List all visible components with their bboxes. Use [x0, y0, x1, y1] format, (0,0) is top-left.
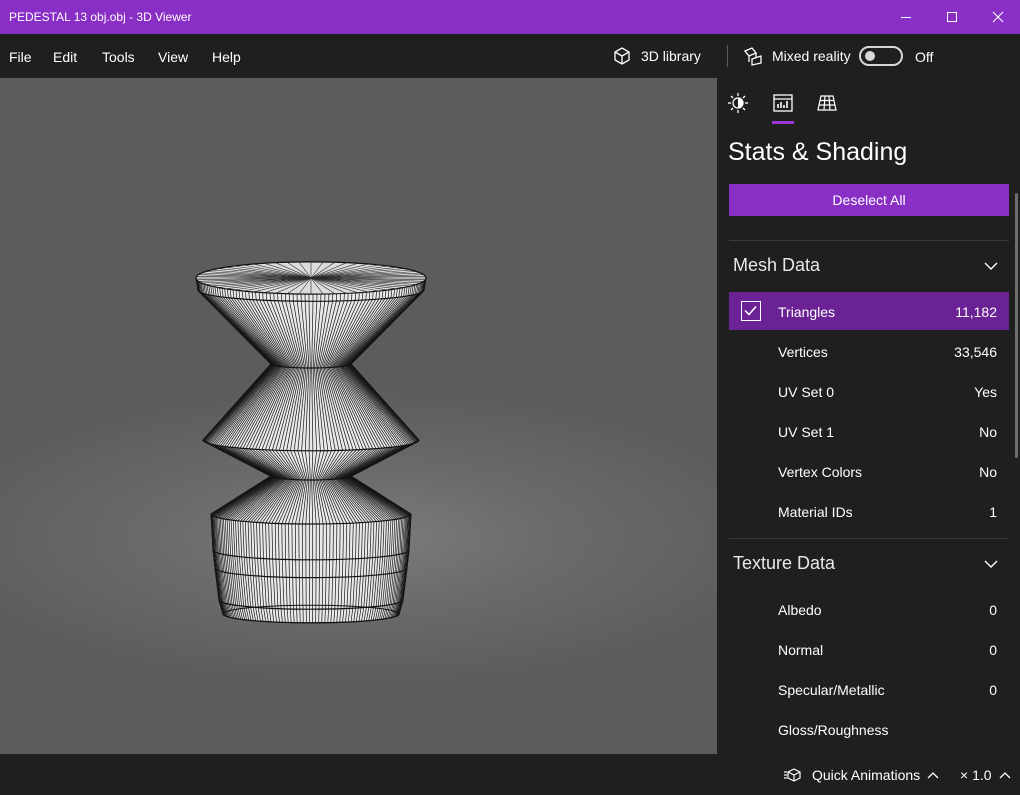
row-label: Vertex Colors [778, 464, 863, 480]
mixed-reality-toggle[interactable] [859, 46, 903, 66]
texture-row-albedo[interactable]: Albedo 0 [729, 590, 1009, 628]
active-tab-indicator [772, 121, 794, 124]
close-icon [992, 11, 1004, 23]
mixed-reality-button[interactable]: Mixed reality [743, 34, 851, 78]
quick-animations-button[interactable]: Quick Animations [784, 754, 940, 795]
mesh-row-uv-set-1[interactable]: UV Set 1 No [729, 412, 1009, 450]
row-label: Vertices [778, 344, 828, 360]
panel-title: Stats & Shading [728, 138, 908, 166]
menu-tools[interactable]: Tools [102, 49, 135, 65]
minimize-icon [901, 17, 911, 18]
stats-icon [773, 94, 793, 112]
row-value: 0 [989, 682, 997, 698]
status-bar: Quick Animations × 1.0 [0, 754, 1020, 795]
deselect-all-button[interactable]: Deselect All [729, 184, 1009, 216]
animation-icon [784, 767, 801, 782]
toolbar-divider [727, 45, 728, 67]
3d-library-button[interactable]: 3D library [612, 34, 701, 78]
close-button[interactable] [975, 0, 1020, 34]
mixed-reality-icon [743, 47, 762, 66]
row-value: 11,182 [955, 304, 997, 320]
row-value: 0 [989, 602, 997, 618]
maximize-icon [947, 12, 957, 22]
row-label: Gloss/Roughness [778, 722, 889, 738]
speed-value: × 1.0 [960, 766, 992, 783]
chevron-up-icon [999, 771, 1010, 778]
lighting-icon [728, 93, 748, 113]
mesh-data-header[interactable]: Mesh Data [733, 255, 820, 276]
row-label: UV Set 0 [778, 384, 835, 400]
mixed-reality-label: Mixed reality [772, 48, 851, 64]
row-value: No [979, 464, 997, 480]
quick-animations-label: Quick Animations [812, 766, 921, 783]
mesh-row-material-ids[interactable]: Material IDs 1 [729, 492, 1009, 530]
checkmark-icon [744, 306, 757, 316]
row-label: Albedo [778, 602, 822, 618]
row-label: Normal [778, 642, 824, 658]
maximize-button[interactable] [929, 0, 975, 34]
tab-stats[interactable] [770, 90, 796, 116]
menu-file[interactable]: File [9, 49, 32, 65]
grid-icon [817, 95, 837, 111]
tab-lighting[interactable] [725, 90, 751, 116]
menu-edit[interactable]: Edit [53, 49, 77, 65]
3d-viewport[interactable] [0, 78, 717, 754]
menu-help[interactable]: Help [212, 49, 241, 65]
minimize-button[interactable] [883, 0, 929, 34]
window-title: PEDESTAL 13 obj.obj - 3D Viewer [9, 10, 192, 24]
row-value: 33,546 [954, 344, 997, 360]
mixed-reality-state: Off [915, 49, 934, 65]
row-value: 1 [989, 504, 997, 520]
row-label: Material IDs [778, 504, 853, 520]
menu-view[interactable]: View [158, 49, 188, 65]
row-label: Triangles [778, 304, 836, 320]
triangles-checkbox[interactable] [741, 301, 761, 321]
mesh-row-triangles[interactable]: Triangles 11,182 [729, 292, 1009, 330]
row-value: No [979, 424, 997, 440]
chevron-up-icon [927, 771, 939, 778]
3d-library-label: 3D library [641, 48, 701, 64]
cube-icon [614, 47, 630, 65]
speed-control[interactable]: × 1.0 [960, 754, 1012, 795]
chevron-down-icon[interactable] [983, 259, 999, 273]
mesh-row-uv-set-0[interactable]: UV Set 0 Yes [729, 372, 1009, 410]
texture-data-header[interactable]: Texture Data [733, 553, 835, 574]
row-value: 0 [989, 642, 997, 658]
stats-panel: Stats & Shading Deselect All Mesh Data T… [717, 78, 1020, 754]
texture-row-specular-metallic[interactable]: Specular/Metallic 0 [729, 670, 1009, 708]
title-bar: PEDESTAL 13 obj.obj - 3D Viewer [0, 0, 1020, 34]
tab-grid[interactable] [814, 90, 840, 116]
row-label: Specular/Metallic [778, 682, 885, 698]
mesh-row-vertices[interactable]: Vertices 33,546 [729, 332, 1009, 370]
toggle-knob [865, 51, 875, 61]
panel-scrollbar[interactable] [1015, 193, 1018, 458]
texture-row-normal[interactable]: Normal 0 [729, 630, 1009, 668]
section-divider [729, 538, 1009, 539]
row-label: UV Set 1 [778, 424, 835, 440]
wireframe-model[interactable] [0, 78, 717, 754]
mesh-row-vertex-colors[interactable]: Vertex Colors No [729, 452, 1009, 490]
row-value: Yes [974, 384, 997, 400]
texture-row-gloss-roughness[interactable]: Gloss/Roughness [729, 710, 1009, 748]
chevron-down-icon[interactable] [983, 557, 999, 571]
section-divider [729, 240, 1009, 241]
pedestal-mesh [195, 261, 427, 624]
